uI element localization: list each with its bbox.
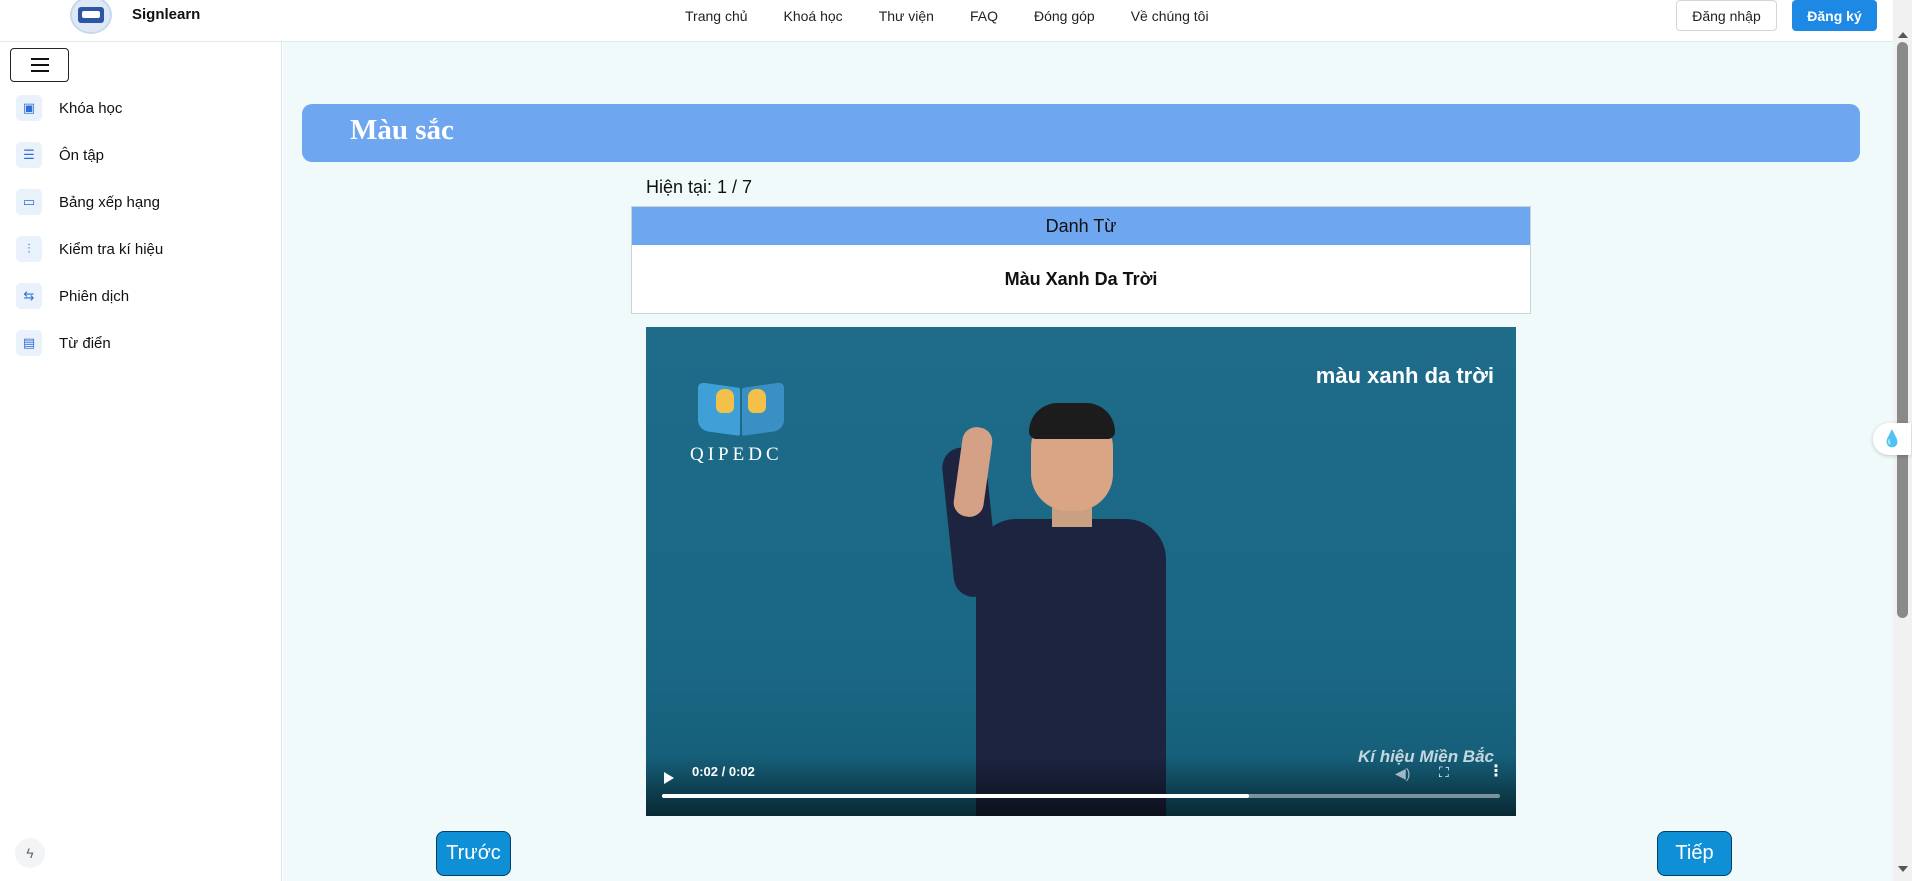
review-icon: ☰ — [16, 142, 42, 168]
sidebar-item-check-sign[interactable]: ⫶ Kiểm tra kí hiệu — [16, 235, 163, 263]
top-header: Signlearn Trang chủ Khoá học Thư viện FA… — [0, 0, 1893, 42]
water-drop-icon[interactable]: 💧 — [1873, 423, 1911, 455]
sidebar-item-label: Kiểm tra kí hiệu — [59, 240, 164, 258]
nav-library[interactable]: Thư viện — [879, 8, 934, 24]
more-options-icon[interactable]: ⋮ — [1488, 761, 1504, 781]
nav-home[interactable]: Trang chủ — [685, 8, 748, 24]
volume-icon[interactable]: ◀) — [1395, 765, 1410, 782]
hamburger-icon — [30, 58, 49, 60]
sidebar: ▣ Khóa học ☰ Ôn tập ▭ Bảng xếp hạng ⫶ Ki… — [0, 42, 282, 881]
video-watermark: Kí hiệu Miền Bắc — [1357, 747, 1494, 766]
lightning-icon[interactable]: ϟ — [15, 838, 45, 868]
sidebar-item-label: Phiên dịch — [59, 287, 130, 305]
sign-video-player[interactable]: màu xanh da trời QIPEDC Kí hiệu Miền Bắc… — [646, 327, 1516, 816]
sidebar-item-translate[interactable]: ⇆ Phiên dịch — [16, 282, 129, 310]
video-seek-progress — [662, 794, 1249, 798]
login-button[interactable]: Đăng nhập — [1676, 0, 1777, 31]
scroll-thumb[interactable] — [1897, 42, 1908, 618]
scroll-up-arrow-icon[interactable] — [1898, 32, 1908, 38]
sidebar-item-leaderboard[interactable]: ▭ Bảng xếp hạng — [16, 188, 160, 216]
play-icon[interactable] — [664, 772, 674, 784]
next-button[interactable]: Tiếp — [1657, 831, 1732, 876]
qipedc-logo-text: QIPEDC — [690, 444, 783, 465]
video-seek-bar[interactable] — [662, 794, 1500, 798]
signer-figure — [936, 403, 1206, 816]
menu-toggle-button[interactable] — [10, 48, 69, 82]
lesson-title: Màu sắc — [350, 114, 454, 146]
qipedc-book-icon — [698, 379, 784, 437]
scroll-down-arrow-icon[interactable] — [1898, 866, 1908, 872]
previous-button[interactable]: Trước — [436, 831, 511, 876]
top-nav: Trang chủ Khoá học Thư viện FAQ Đóng góp… — [685, 8, 1245, 24]
logo-icon[interactable] — [70, 0, 112, 34]
sidebar-item-label: Từ điển — [59, 334, 111, 352]
video-caption: màu xanh da trời — [1315, 363, 1494, 388]
sidebar-item-label: Bảng xếp hạng — [59, 193, 160, 211]
nav-contribute[interactable]: Đóng góp — [1034, 8, 1095, 24]
progress-label: Hiện tại: 1 / 7 — [646, 177, 753, 197]
sidebar-item-dictionary[interactable]: ▤ Từ điển — [16, 329, 111, 357]
brand-name[interactable]: Signlearn — [132, 6, 200, 23]
sidebar-item-label: Khóa học — [59, 99, 123, 117]
check-sign-icon: ⫶ — [16, 236, 42, 262]
nav-courses[interactable]: Khoá học — [784, 8, 843, 24]
course-icon: ▣ — [16, 95, 42, 121]
translate-icon: ⇆ — [16, 283, 42, 309]
leaderboard-icon: ▭ — [16, 189, 42, 215]
word-card: Danh Từ Màu Xanh Da Trời — [631, 206, 1531, 314]
signup-button[interactable]: Đăng ký — [1792, 0, 1877, 31]
sidebar-item-review[interactable]: ☰ Ôn tập — [16, 141, 104, 169]
lesson-title-bar — [302, 104, 1860, 162]
sidebar-item-courses[interactable]: ▣ Khóa học — [16, 94, 122, 122]
word-text: Màu Xanh Da Trời — [1004, 269, 1158, 289]
dictionary-icon: ▤ — [16, 330, 42, 356]
nav-faq[interactable]: FAQ — [970, 8, 998, 24]
video-time: 0:02 / 0:02 — [692, 764, 755, 779]
fullscreen-icon[interactable]: ⛶ — [1439, 764, 1449, 781]
sidebar-item-label: Ôn tập — [59, 146, 105, 164]
nav-about[interactable]: Về chúng tôi — [1131, 8, 1209, 24]
word-category: Danh Từ — [632, 207, 1530, 245]
